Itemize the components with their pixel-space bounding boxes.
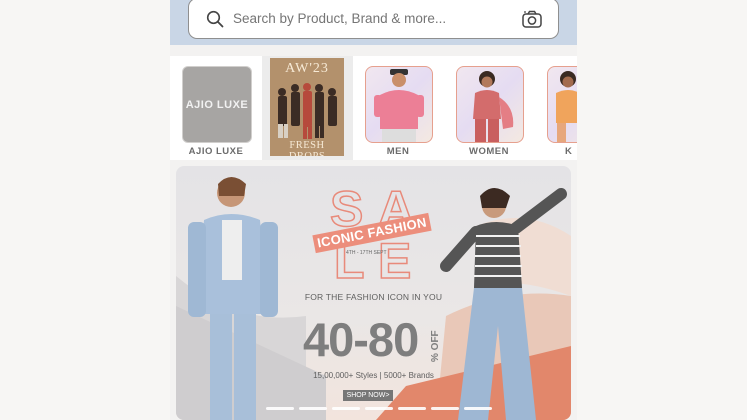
category-women[interactable]: WOMEN <box>443 56 535 160</box>
category-fresh-drops[interactable]: AW'23 FRESH DROPS <box>262 56 353 160</box>
discount-suffix: % OFF <box>430 330 441 362</box>
category-label: AJIO LUXE <box>188 146 244 157</box>
search-input[interactable] <box>233 11 513 26</box>
carousel-dot[interactable] <box>431 407 459 410</box>
men-image <box>365 66 433 143</box>
styles-brands-count: 15,00,000+ Styles | 5000+ Brands <box>313 371 434 380</box>
category-men[interactable]: MEN <box>353 56 443 160</box>
category-kids[interactable]: K <box>535 56 577 160</box>
carousel-dot[interactable] <box>464 407 492 410</box>
search-icon[interactable] <box>206 10 224 28</box>
search-bar[interactable] <box>188 0 559 39</box>
banner-tagline: FOR THE FASHION ICON IN YOU <box>304 292 443 302</box>
women-image <box>456 66 524 143</box>
category-label: WOMEN <box>469 146 509 157</box>
kids-image <box>547 66 577 143</box>
sale-letter-e: E <box>377 233 412 289</box>
kid-illustration <box>556 71 577 142</box>
ajio-luxe-tile-text: AJIO LUXE <box>185 99 249 111</box>
discount-range: 40-80 <box>303 313 419 366</box>
shop-now-button[interactable]: SHOP NOW> <box>343 390 393 401</box>
carousel-dot[interactable] <box>398 407 426 410</box>
carousel-dot[interactable] <box>266 407 294 410</box>
fresh-drops-text: FRESH DROPS <box>289 140 325 156</box>
camera-icon[interactable] <box>522 10 542 28</box>
fresh-drops-image: AW'23 FRESH DROPS <box>270 58 344 156</box>
carousel-dot[interactable] <box>365 407 393 410</box>
carousel-dot[interactable] <box>299 407 327 410</box>
category-ajio-luxe[interactable]: AJIO LUXE AJIO LUXE <box>170 56 262 160</box>
ajio-luxe-logo: AJIO LUXE <box>182 66 252 143</box>
search-header <box>170 0 577 45</box>
man-in-pink-tee-illustration <box>374 69 424 142</box>
category-row: AJIO LUXE AJIO LUXE AW'23 FRESH MEN WOME… <box>170 56 577 160</box>
category-label: K <box>565 146 573 157</box>
app-screen: AJIO LUXE AJIO LUXE <box>170 0 577 420</box>
carousel-dot[interactable] <box>332 407 360 410</box>
woman-in-red-outfit-illustration <box>473 71 514 142</box>
aw23-text: AW'23 <box>285 61 329 76</box>
sale-banner[interactable]: S A L E ICONIC FASHION 4TH - 17TH SEPT F… <box>176 166 571 420</box>
category-label: MEN <box>386 146 410 157</box>
sale-dates: 4TH - 17TH SEPT <box>346 250 387 256</box>
